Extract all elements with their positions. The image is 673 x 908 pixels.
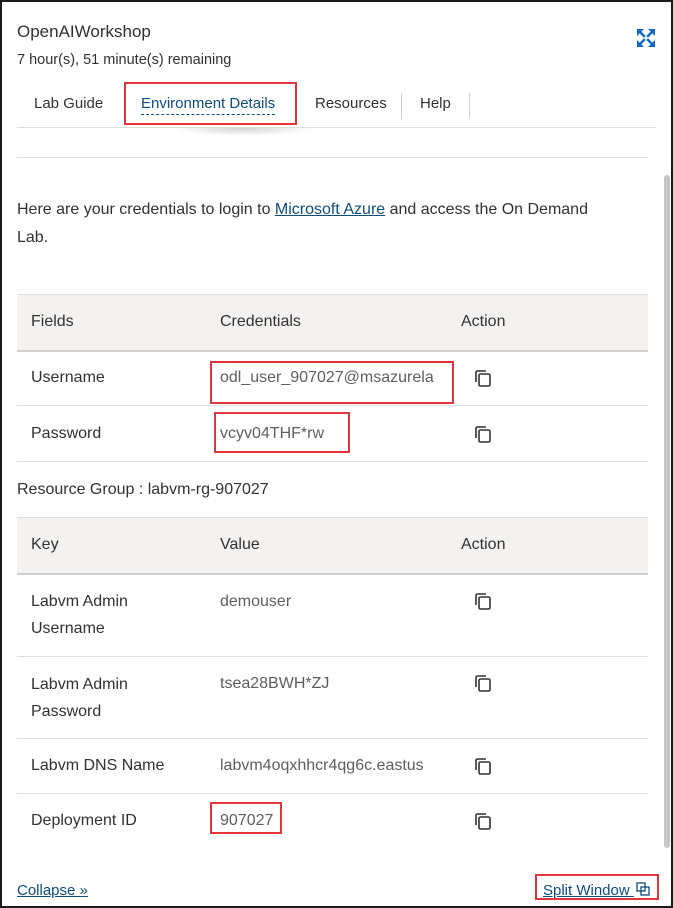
expand-arrows-icon[interactable] [636, 28, 656, 48]
resources-table: Key Value Action Labvm Admin Username dem… [17, 517, 648, 849]
tab-help[interactable]: Help [420, 86, 451, 124]
key-label: Deployment ID [31, 812, 137, 830]
divider [17, 157, 648, 158]
key-label: Labvm Admin Password [17, 656, 206, 739]
column-header: Key [17, 517, 206, 575]
scrollbar[interactable] [664, 175, 670, 848]
tab-resources[interactable]: Resources [315, 86, 387, 124]
table-row: Labvm Admin Password tsea28BWH*ZJ [17, 656, 648, 739]
lab-title: OpenAIWorkshop [17, 22, 151, 41]
highlight-box [214, 412, 350, 453]
tab-bar: Lab Guide Environment Details Resources … [17, 86, 656, 128]
highlight-box [210, 802, 282, 834]
column-header: Action [447, 294, 648, 352]
highlight-box [124, 82, 297, 125]
table-row: Labvm DNS Name labvm4oqxhhcr4qg6c.eastus [17, 738, 648, 794]
collapse-link[interactable]: Collapse » [17, 882, 88, 899]
copy-icon[interactable] [473, 756, 493, 776]
highlight-box [535, 874, 659, 900]
field-label: Username [17, 350, 206, 406]
column-header: Action [447, 517, 648, 575]
copy-icon[interactable] [473, 673, 493, 693]
column-header: Credentials [206, 294, 447, 352]
table-header-row: Key Value Action [17, 517, 648, 575]
copy-cell [447, 405, 648, 462]
copy-icon[interactable] [473, 368, 493, 388]
tab-divider [401, 93, 402, 119]
intro-text: Here are your credentials to login to Mi… [17, 196, 617, 252]
admin-password-value: tsea28BWH*ZJ [206, 656, 447, 739]
copy-icon[interactable] [473, 811, 493, 831]
table-row: Labvm Admin Username demouser [17, 573, 648, 657]
tab-lab-guide[interactable]: Lab Guide [34, 86, 103, 124]
column-header: Value [206, 517, 447, 575]
intro-before: Here are your credentials to login to [17, 201, 275, 218]
resource-group-label: Resource Group : labvm-rg-907027 [17, 481, 269, 498]
column-header: Fields [17, 294, 206, 352]
copy-cell [447, 656, 648, 739]
copy-icon[interactable] [473, 424, 493, 444]
microsoft-azure-link[interactable]: Microsoft Azure [275, 201, 385, 218]
field-label: Password [17, 405, 206, 462]
table-header-row: Fields Credentials Action [17, 294, 648, 352]
copy-cell [447, 350, 648, 406]
table-row: Deployment ID 907027 [17, 794, 648, 849]
active-tab-shadow [172, 128, 314, 136]
copy-cell [447, 738, 648, 794]
dns-name-value: labvm4oqxhhcr4qg6c.eastus [206, 738, 447, 794]
tab-divider [469, 93, 470, 119]
time-remaining: 7 hour(s), 51 minute(s) remaining [17, 52, 232, 68]
key-label: Labvm Admin Username [17, 573, 206, 657]
admin-username-value: demouser [206, 573, 447, 657]
copy-cell [447, 794, 648, 849]
copy-cell [447, 573, 648, 657]
copy-icon[interactable] [473, 591, 493, 611]
key-label: Labvm DNS Name [17, 738, 206, 794]
highlight-box [210, 361, 454, 404]
